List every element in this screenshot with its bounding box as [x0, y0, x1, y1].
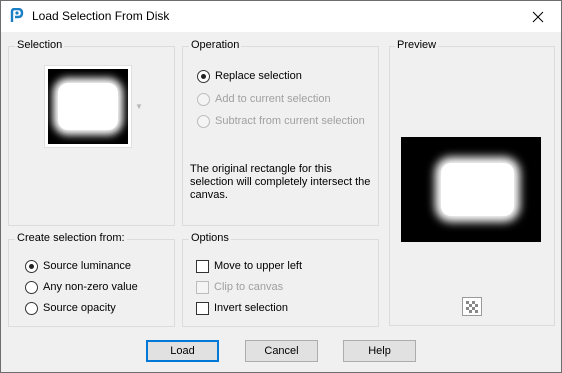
close-icon	[532, 11, 544, 22]
radio-label: Source luminance	[43, 260, 132, 272]
radio-button[interactable]	[197, 114, 210, 128]
operation-info-text: The original rectangle for this selectio…	[190, 163, 371, 201]
app-icon	[9, 7, 25, 24]
checkbox[interactable]	[196, 301, 209, 315]
help-button[interactable]: Help	[343, 340, 416, 362]
radio-replace-selection[interactable]: Replace selection	[197, 68, 302, 84]
selection-thumbnail-image	[48, 69, 128, 144]
checkbox-move-upper-left[interactable]: Move to upper left	[196, 258, 302, 274]
create-from-group-title: Create selection from:	[15, 232, 127, 244]
radio-button[interactable]	[25, 301, 38, 315]
radio-source-opacity[interactable]: Source opacity	[25, 300, 116, 316]
checkbox-label: Invert selection	[214, 302, 288, 314]
options-group-title: Options	[189, 232, 231, 244]
checkbox-invert-selection[interactable]: Invert selection	[196, 300, 288, 316]
checkbox-clip-to-canvas[interactable]: Clip to canvas	[196, 279, 283, 295]
radio-label: Source opacity	[43, 302, 116, 314]
radio-label: Subtract from current selection	[215, 115, 365, 127]
cancel-button[interactable]: Cancel	[245, 340, 318, 362]
preview-image	[401, 137, 541, 242]
radio-button[interactable]	[197, 69, 210, 83]
window-title: Load Selection From Disk	[32, 9, 170, 23]
checkbox[interactable]	[196, 280, 209, 294]
chevron-down-icon[interactable]: ▼	[135, 102, 143, 111]
operation-group-title: Operation	[189, 39, 242, 51]
checkbox-label: Move to upper left	[214, 260, 303, 272]
selection-group-title: Selection	[15, 39, 65, 51]
radio-button[interactable]	[25, 280, 38, 294]
close-button[interactable]	[515, 1, 561, 32]
load-button[interactable]: Load	[146, 340, 219, 362]
radio-any-non-zero[interactable]: Any non-zero value	[25, 279, 138, 295]
title-bar[interactable]: Load Selection From Disk	[1, 1, 561, 32]
checkbox-label: Clip to canvas	[214, 281, 284, 293]
checkbox[interactable]	[196, 259, 209, 273]
radio-add-selection[interactable]: Add to current selection	[197, 91, 331, 107]
dialog-window: Load Selection From Disk Selection ▼ Ope…	[0, 0, 562, 373]
radio-button[interactable]	[197, 92, 210, 106]
selection-thumbnail[interactable]	[44, 65, 132, 148]
radio-source-luminance[interactable]: Source luminance	[25, 258, 131, 274]
transparency-toggle-icon[interactable]	[462, 297, 482, 316]
radio-label: Replace selection	[215, 70, 302, 82]
radio-subtract-selection[interactable]: Subtract from current selection	[197, 113, 365, 129]
radio-label: Add to current selection	[215, 93, 331, 105]
radio-label: Any non-zero value	[43, 281, 138, 293]
preview-group-title: Preview	[395, 39, 439, 51]
radio-button[interactable]	[25, 259, 38, 273]
